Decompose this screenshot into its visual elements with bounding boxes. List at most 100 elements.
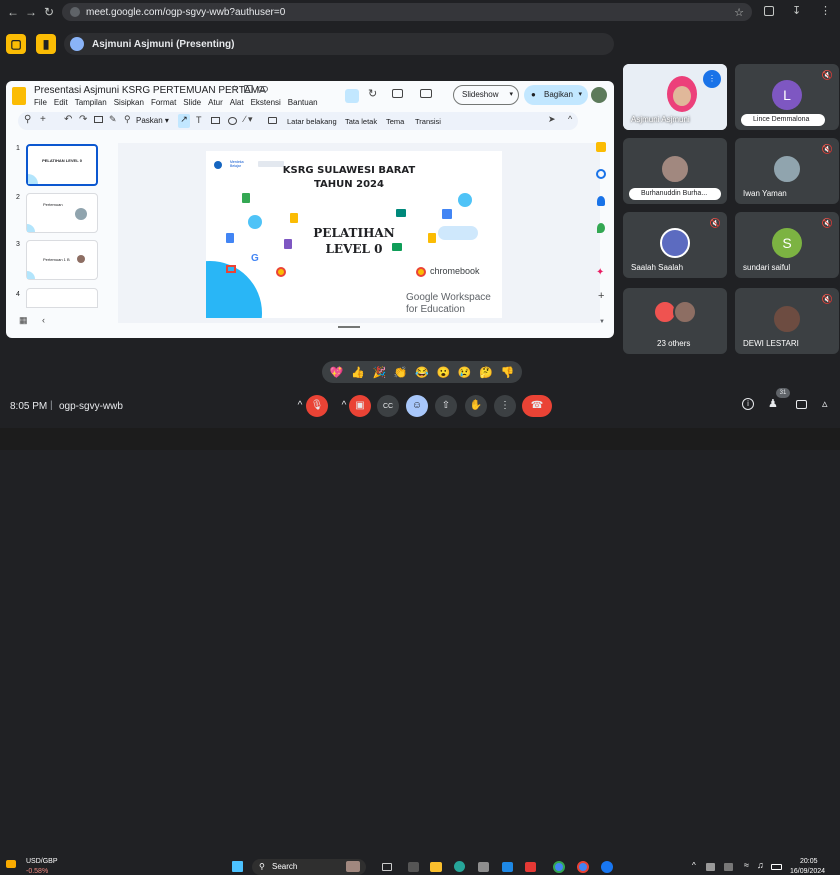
menu-help[interactable]: Bantuan (288, 98, 318, 107)
app-icon-2[interactable] (502, 862, 513, 872)
emoji-button[interactable]: ☺ (406, 395, 428, 417)
background-button[interactable]: Latar belakang (287, 117, 337, 126)
zoom-icon[interactable]: ⚲ (124, 114, 131, 125)
share-dropdown-icon[interactable]: ▾ (578, 85, 582, 105)
raise-hand-button[interactable]: ✋ (465, 395, 487, 417)
clock-time[interactable]: 20:05 (800, 858, 818, 865)
more-options-button[interactable]: ⋮ (494, 395, 516, 417)
print-icon[interactable] (94, 116, 103, 123)
layout-button[interactable]: Tata letak (345, 117, 377, 126)
participant-tile-1[interactable]: ⋮ Asjmuni Asjmuni (623, 64, 727, 130)
download-icon[interactable]: ↧ (792, 4, 801, 17)
explorer-icon[interactable] (430, 862, 442, 872)
comment-add-icon[interactable] (268, 117, 277, 124)
taskview-icon[interactable] (382, 863, 392, 871)
participant-tile-2[interactable]: 🔇 L Lince Demmalona (735, 64, 839, 130)
menu-insert[interactable]: Sisipkan (114, 98, 144, 107)
volume-icon[interactable]: ♫ (757, 860, 764, 870)
zoom-select[interactable]: Paskan ▾ (136, 116, 169, 125)
menu-format[interactable]: Format (151, 98, 176, 107)
bookmark-star-icon[interactable]: ☆ (734, 6, 744, 19)
add-addon-icon[interactable]: + (598, 290, 604, 302)
taskbar-search[interactable]: ⚲ Search (252, 859, 366, 875)
edge-icon[interactable] (454, 861, 465, 872)
address-bar[interactable]: meet.google.com/ogp-sgvy-wwb?authuser=0 … (62, 3, 752, 21)
activities-icon[interactable]: ▵ (822, 397, 828, 410)
reaction-heart[interactable]: 💖 (330, 366, 344, 379)
app-icon-3[interactable] (525, 862, 536, 872)
participant-tile-6[interactable]: 🔇 S sundari saiful (735, 212, 839, 278)
reaction-thumbs-down[interactable]: 👎 (500, 366, 514, 379)
mic-toggle-button[interactable]: 🎙 (306, 395, 328, 417)
meet-call-icon[interactable] (420, 89, 432, 98)
tasks-side-icon[interactable] (597, 196, 605, 206)
edit-mode-icon[interactable]: ➤ (548, 114, 556, 125)
move-folder-icon[interactable] (244, 85, 253, 93)
leave-call-button[interactable]: ☎ (522, 395, 552, 417)
reaction-clap[interactable]: 👏 (394, 366, 408, 379)
theme-button[interactable]: Tema (386, 117, 404, 126)
slideshow-dropdown-icon[interactable]: ▾ (509, 86, 513, 104)
menu-slide[interactable]: Slide (183, 98, 201, 107)
reaction-thumbs-up[interactable]: 👍 (351, 366, 365, 379)
slideshow-button[interactable]: Slideshow ▾ (453, 85, 519, 105)
tray-app-icon-2[interactable] (724, 863, 733, 871)
facebook-icon[interactable] (601, 861, 613, 873)
current-slide[interactable]: Merdeka Belajar KSRG SULAWESI BARAT TAHU… (206, 151, 502, 318)
slide-thumbnail-1[interactable]: PELATIHAN LEVEL 0 (26, 144, 98, 186)
share-button[interactable]: ● Bagikan ▾ (524, 85, 588, 105)
keep-side-icon[interactable] (596, 169, 606, 179)
history-icon[interactable]: ↻ (368, 87, 377, 100)
meet-pin-icon[interactable]: ▮ (36, 34, 56, 54)
textbox-icon[interactable]: T (196, 115, 202, 125)
battery-icon[interactable] (771, 864, 782, 870)
menu-arrange[interactable]: Atur (208, 98, 223, 107)
transition-button[interactable]: Transisi (415, 117, 441, 126)
reaction-sad[interactable]: 😢 (458, 366, 472, 379)
tray-app-icon[interactable] (706, 863, 715, 871)
explore-icon[interactable] (345, 89, 359, 103)
reaction-party[interactable]: 🎉 (372, 366, 386, 379)
contacts-side-icon[interactable] (597, 223, 605, 233)
ticker-name[interactable]: USD/GBP (26, 858, 58, 865)
participant-tile-8[interactable]: 🔇 DEWI LESTARI (735, 288, 839, 354)
participant-tile-3[interactable]: Burhanuddin Burha... (623, 138, 727, 204)
undo-icon[interactable]: ↶ (64, 114, 72, 125)
forward-icon[interactable]: → (22, 5, 40, 19)
reaction-surprised[interactable]: 😮 (436, 366, 450, 379)
reload-icon[interactable]: ↻ (40, 5, 58, 19)
back-icon[interactable]: ← (4, 5, 22, 19)
present-button[interactable]: ⇧ (435, 395, 457, 417)
reaction-thinking[interactable]: 🤔 (479, 366, 493, 379)
clock-date[interactable]: 16/09/2024 (790, 868, 825, 875)
site-info-icon[interactable] (70, 7, 80, 17)
camera-toggle-button[interactable]: ▣ (349, 395, 371, 417)
people-icon[interactable]: ♟ (768, 397, 778, 410)
wifi-icon[interactable]: ≈ (744, 860, 749, 870)
comments-icon[interactable] (392, 89, 403, 98)
chat-icon[interactable] (796, 400, 807, 409)
menu-file[interactable]: File (34, 98, 47, 107)
new-slide-icon[interactable]: + (40, 114, 46, 125)
maps-side-icon[interactable]: ✦ (596, 267, 604, 278)
reaction-laugh[interactable]: 😂 (415, 366, 429, 379)
line-icon[interactable]: ∕ ▾ (244, 114, 253, 125)
chrome-taskbar-icon[interactable] (553, 861, 565, 873)
windows-start-icon[interactable] (232, 861, 243, 872)
paint-format-icon[interactable]: ✎ (109, 114, 117, 125)
search-menus-icon[interactable]: ⚲ (24, 114, 31, 125)
tray-chevron-icon[interactable]: ^ (692, 861, 696, 870)
menu-extensions[interactable]: Ekstensi (251, 98, 281, 107)
app-icon-1[interactable] (408, 862, 419, 872)
participant-tile-4[interactable]: 🔇 Iwan Yaman (735, 138, 839, 204)
menu-tools[interactable]: Alat (230, 98, 244, 107)
browser-menu-icon[interactable]: ⋮ (820, 4, 831, 17)
extensions-icon[interactable] (764, 6, 774, 16)
collapse-toolbar-icon[interactable]: ^ (568, 114, 572, 124)
captions-button[interactable]: CC (377, 395, 399, 417)
image-icon[interactable] (211, 117, 220, 124)
star-doc-icon[interactable]: ☆ (230, 84, 239, 95)
slide-thumbnail-3[interactable]: Pertemuan 1 B (26, 240, 98, 280)
speaker-notes-handle[interactable] (338, 326, 360, 328)
redo-icon[interactable]: ↷ (79, 114, 87, 125)
